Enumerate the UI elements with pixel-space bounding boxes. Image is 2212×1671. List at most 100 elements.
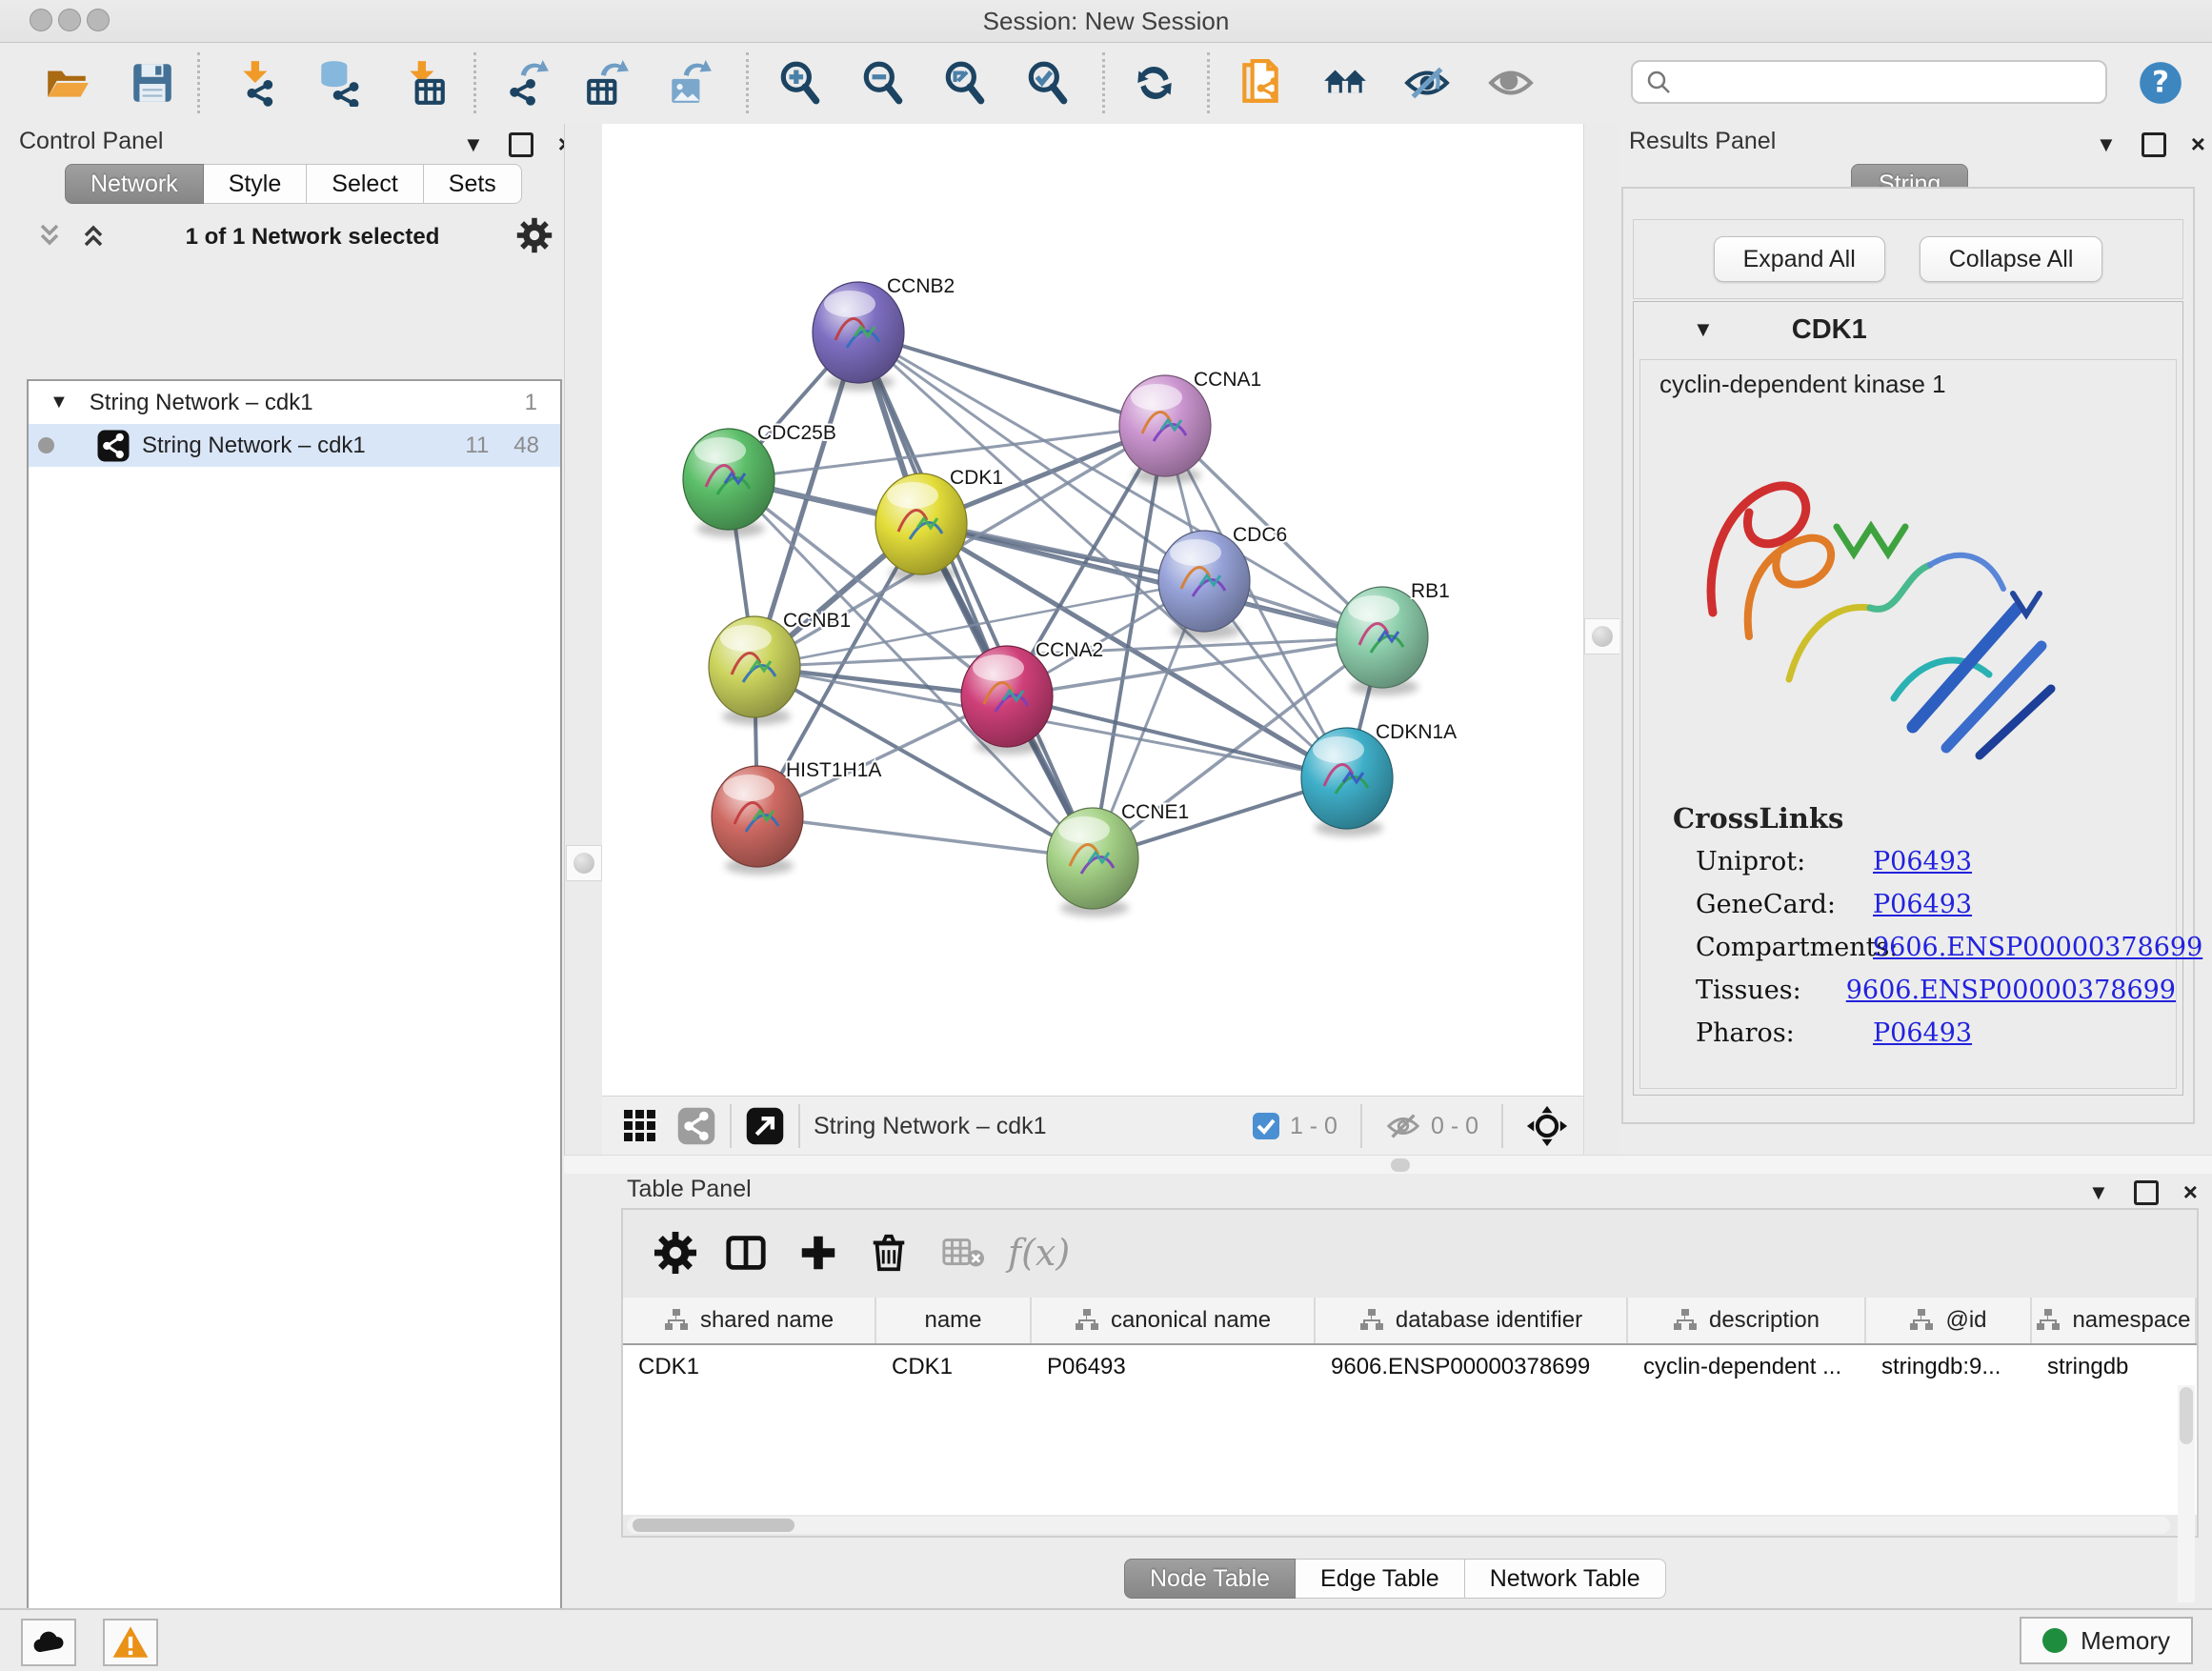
network-options-gear-icon[interactable] (516, 217, 553, 258)
zoom-selected-icon[interactable] (1021, 56, 1075, 110)
apply-layout-icon[interactable] (1128, 56, 1181, 110)
birdseye-crosshair-icon[interactable] (1526, 1105, 1568, 1147)
float-panel-icon[interactable] (2142, 132, 2166, 157)
table-cell[interactable]: CDK1 (876, 1345, 1032, 1389)
right-splitter-handle[interactable] (1584, 618, 1620, 654)
glass-effect-icon[interactable] (1484, 56, 1538, 110)
network-canvas[interactable]: CCNB2 CCNA1 CDC25B CDK1 CDC6 RB1 (602, 124, 1583, 1096)
delete-table-icon[interactable] (941, 1231, 985, 1275)
string-results-container: Expand All Collapse All ▼ CDK1 cyclin-de… (1621, 187, 2195, 1124)
zoom-fit-icon[interactable] (938, 56, 992, 110)
show-columns-icon[interactable] (724, 1231, 768, 1275)
grid-view-icon[interactable] (621, 1107, 659, 1145)
import-network-file-icon[interactable] (231, 56, 285, 110)
collection-expand-icon[interactable]: ▼ (50, 392, 69, 413)
tab-network-table[interactable]: Network Table (1465, 1559, 1666, 1599)
crosslink-link[interactable]: P06493 (1873, 1018, 1972, 1048)
network-node-RB1[interactable]: RB1 (1337, 580, 1450, 695)
table-cell[interactable]: CDK1 (623, 1345, 876, 1389)
network-node-CCNA1[interactable]: CCNA1 (1119, 369, 1261, 484)
zoom-in-icon[interactable] (774, 56, 827, 110)
help-icon[interactable]: ? (2134, 56, 2187, 110)
table-cell[interactable]: 9606.ENSP00000378699 (1316, 1345, 1628, 1389)
table-cell[interactable]: P06493 (1032, 1345, 1316, 1389)
tab-sets[interactable]: Sets (424, 164, 522, 204)
network-node-CCNA2[interactable]: CCNA2 (961, 639, 1103, 755)
panel-menu-icon[interactable]: ▼ (2088, 1180, 2109, 1205)
open-session-icon[interactable] (40, 56, 93, 110)
right-splitter[interactable] (1583, 124, 1622, 1155)
table-cell[interactable]: stringdb:9... (1866, 1345, 2032, 1389)
network-node-CDK1[interactable]: CDK1 (875, 467, 1003, 582)
import-table-file-icon[interactable] (398, 56, 452, 110)
column-header-namespace[interactable]: namespace (2032, 1298, 2197, 1343)
crosslink-link[interactable]: 9606.ENSP00000378699 (1846, 976, 2176, 1005)
float-panel-icon[interactable] (509, 132, 533, 157)
export-image-icon[interactable] (663, 56, 716, 110)
collapse-all-button[interactable]: Collapse All (1920, 236, 2103, 282)
network-node-CCNB2[interactable]: CCNB2 (813, 275, 955, 391)
crosslink-link[interactable]: P06493 (1873, 890, 1972, 919)
tab-style[interactable]: Style (204, 164, 308, 204)
column-header--id[interactable]: @id (1866, 1298, 2032, 1343)
column-header-canonical-name[interactable]: canonical name (1032, 1298, 1316, 1343)
panel-menu-icon[interactable]: ▼ (463, 132, 484, 157)
close-panel-icon[interactable]: × (2191, 130, 2205, 159)
network-node-CCNE1[interactable]: CCNE1 (1047, 801, 1189, 916)
crosslink-link[interactable]: 9606.ENSP00000378699 (1873, 933, 2202, 962)
network-row[interactable]: String Network – cdk1 11 48 (29, 424, 560, 467)
function-builder-icon[interactable]: f(x) (1008, 1231, 1052, 1275)
collapse-all-icon[interactable] (34, 220, 65, 255)
selected-checkbox-icon[interactable] (1252, 1112, 1280, 1140)
table-options-gear-icon[interactable] (654, 1231, 697, 1275)
toolbar-separator (746, 52, 749, 113)
string-home-icon[interactable] (1318, 56, 1372, 110)
column-header-database-identifier[interactable]: database identifier (1316, 1298, 1628, 1343)
column-header-shared-name[interactable]: shared name (623, 1298, 876, 1343)
open-in-cytoscape-web-icon[interactable] (1234, 56, 1287, 110)
column-header-name[interactable]: name (876, 1298, 1032, 1343)
table-panel-splitter[interactable] (564, 1155, 2212, 1176)
tab-select[interactable]: Select (307, 164, 423, 204)
tab-node-table[interactable]: Node Table (1124, 1559, 1296, 1599)
table-cell[interactable]: cyclin-dependent ... (1628, 1345, 1866, 1389)
network-edge[interactable] (757, 816, 1093, 858)
tab-edge-table[interactable]: Edge Table (1296, 1559, 1465, 1599)
hidden-eye-icon[interactable] (1385, 1108, 1421, 1144)
crosslink-link[interactable]: P06493 (1873, 847, 1972, 876)
cloud-status-icon[interactable] (21, 1619, 76, 1666)
table-row[interactable]: CDK1CDK1P064939606.ENSP00000378699cyclin… (623, 1345, 2197, 1389)
detach-view-icon[interactable] (745, 1106, 785, 1146)
network-thumbnail-icon[interactable] (676, 1106, 716, 1146)
column-header-description[interactable]: description (1628, 1298, 1866, 1343)
splitter-handle[interactable] (1391, 1158, 1410, 1172)
table-horizontal-scrollbar[interactable] (627, 1517, 2170, 1534)
expand-all-icon[interactable] (78, 220, 109, 255)
network-collection-row[interactable]: ▼ String Network – cdk1 1 (29, 381, 560, 424)
delete-column-icon[interactable] (867, 1231, 911, 1275)
network-edge[interactable] (858, 332, 1165, 426)
warning-icon[interactable] (103, 1619, 158, 1666)
show-string-labels-icon[interactable] (1400, 56, 1454, 110)
network-node-CDKN1A[interactable]: CDKN1A (1301, 721, 1457, 836)
table-cell[interactable]: stringdb (2032, 1345, 2197, 1389)
zoom-out-icon[interactable] (856, 56, 910, 110)
search-box[interactable] (1631, 60, 2107, 104)
network-node-HIST1H1A[interactable]: HIST1H1A (712, 759, 881, 875)
panel-menu-icon[interactable]: ▼ (2096, 132, 2117, 157)
import-network-database-icon[interactable] (312, 56, 365, 110)
left-splitter-handle[interactable] (566, 845, 602, 881)
save-session-icon[interactable] (126, 56, 179, 110)
create-column-icon[interactable] (796, 1231, 840, 1275)
expand-all-button[interactable]: Expand All (1714, 236, 1885, 282)
network-edge[interactable] (858, 332, 1093, 858)
export-network-icon[interactable] (500, 56, 553, 110)
float-panel-icon[interactable] (2134, 1180, 2159, 1205)
export-table-icon[interactable] (580, 56, 633, 110)
memory-button[interactable]: Memory (2020, 1617, 2193, 1664)
tab-network[interactable]: Network (65, 164, 204, 204)
section-collapse-icon[interactable]: ▼ (1693, 317, 1714, 342)
table-vertical-scrollbar[interactable] (2178, 1385, 2195, 1602)
close-panel-icon[interactable]: × (2183, 1178, 2198, 1207)
search-input[interactable] (1673, 68, 2077, 96)
